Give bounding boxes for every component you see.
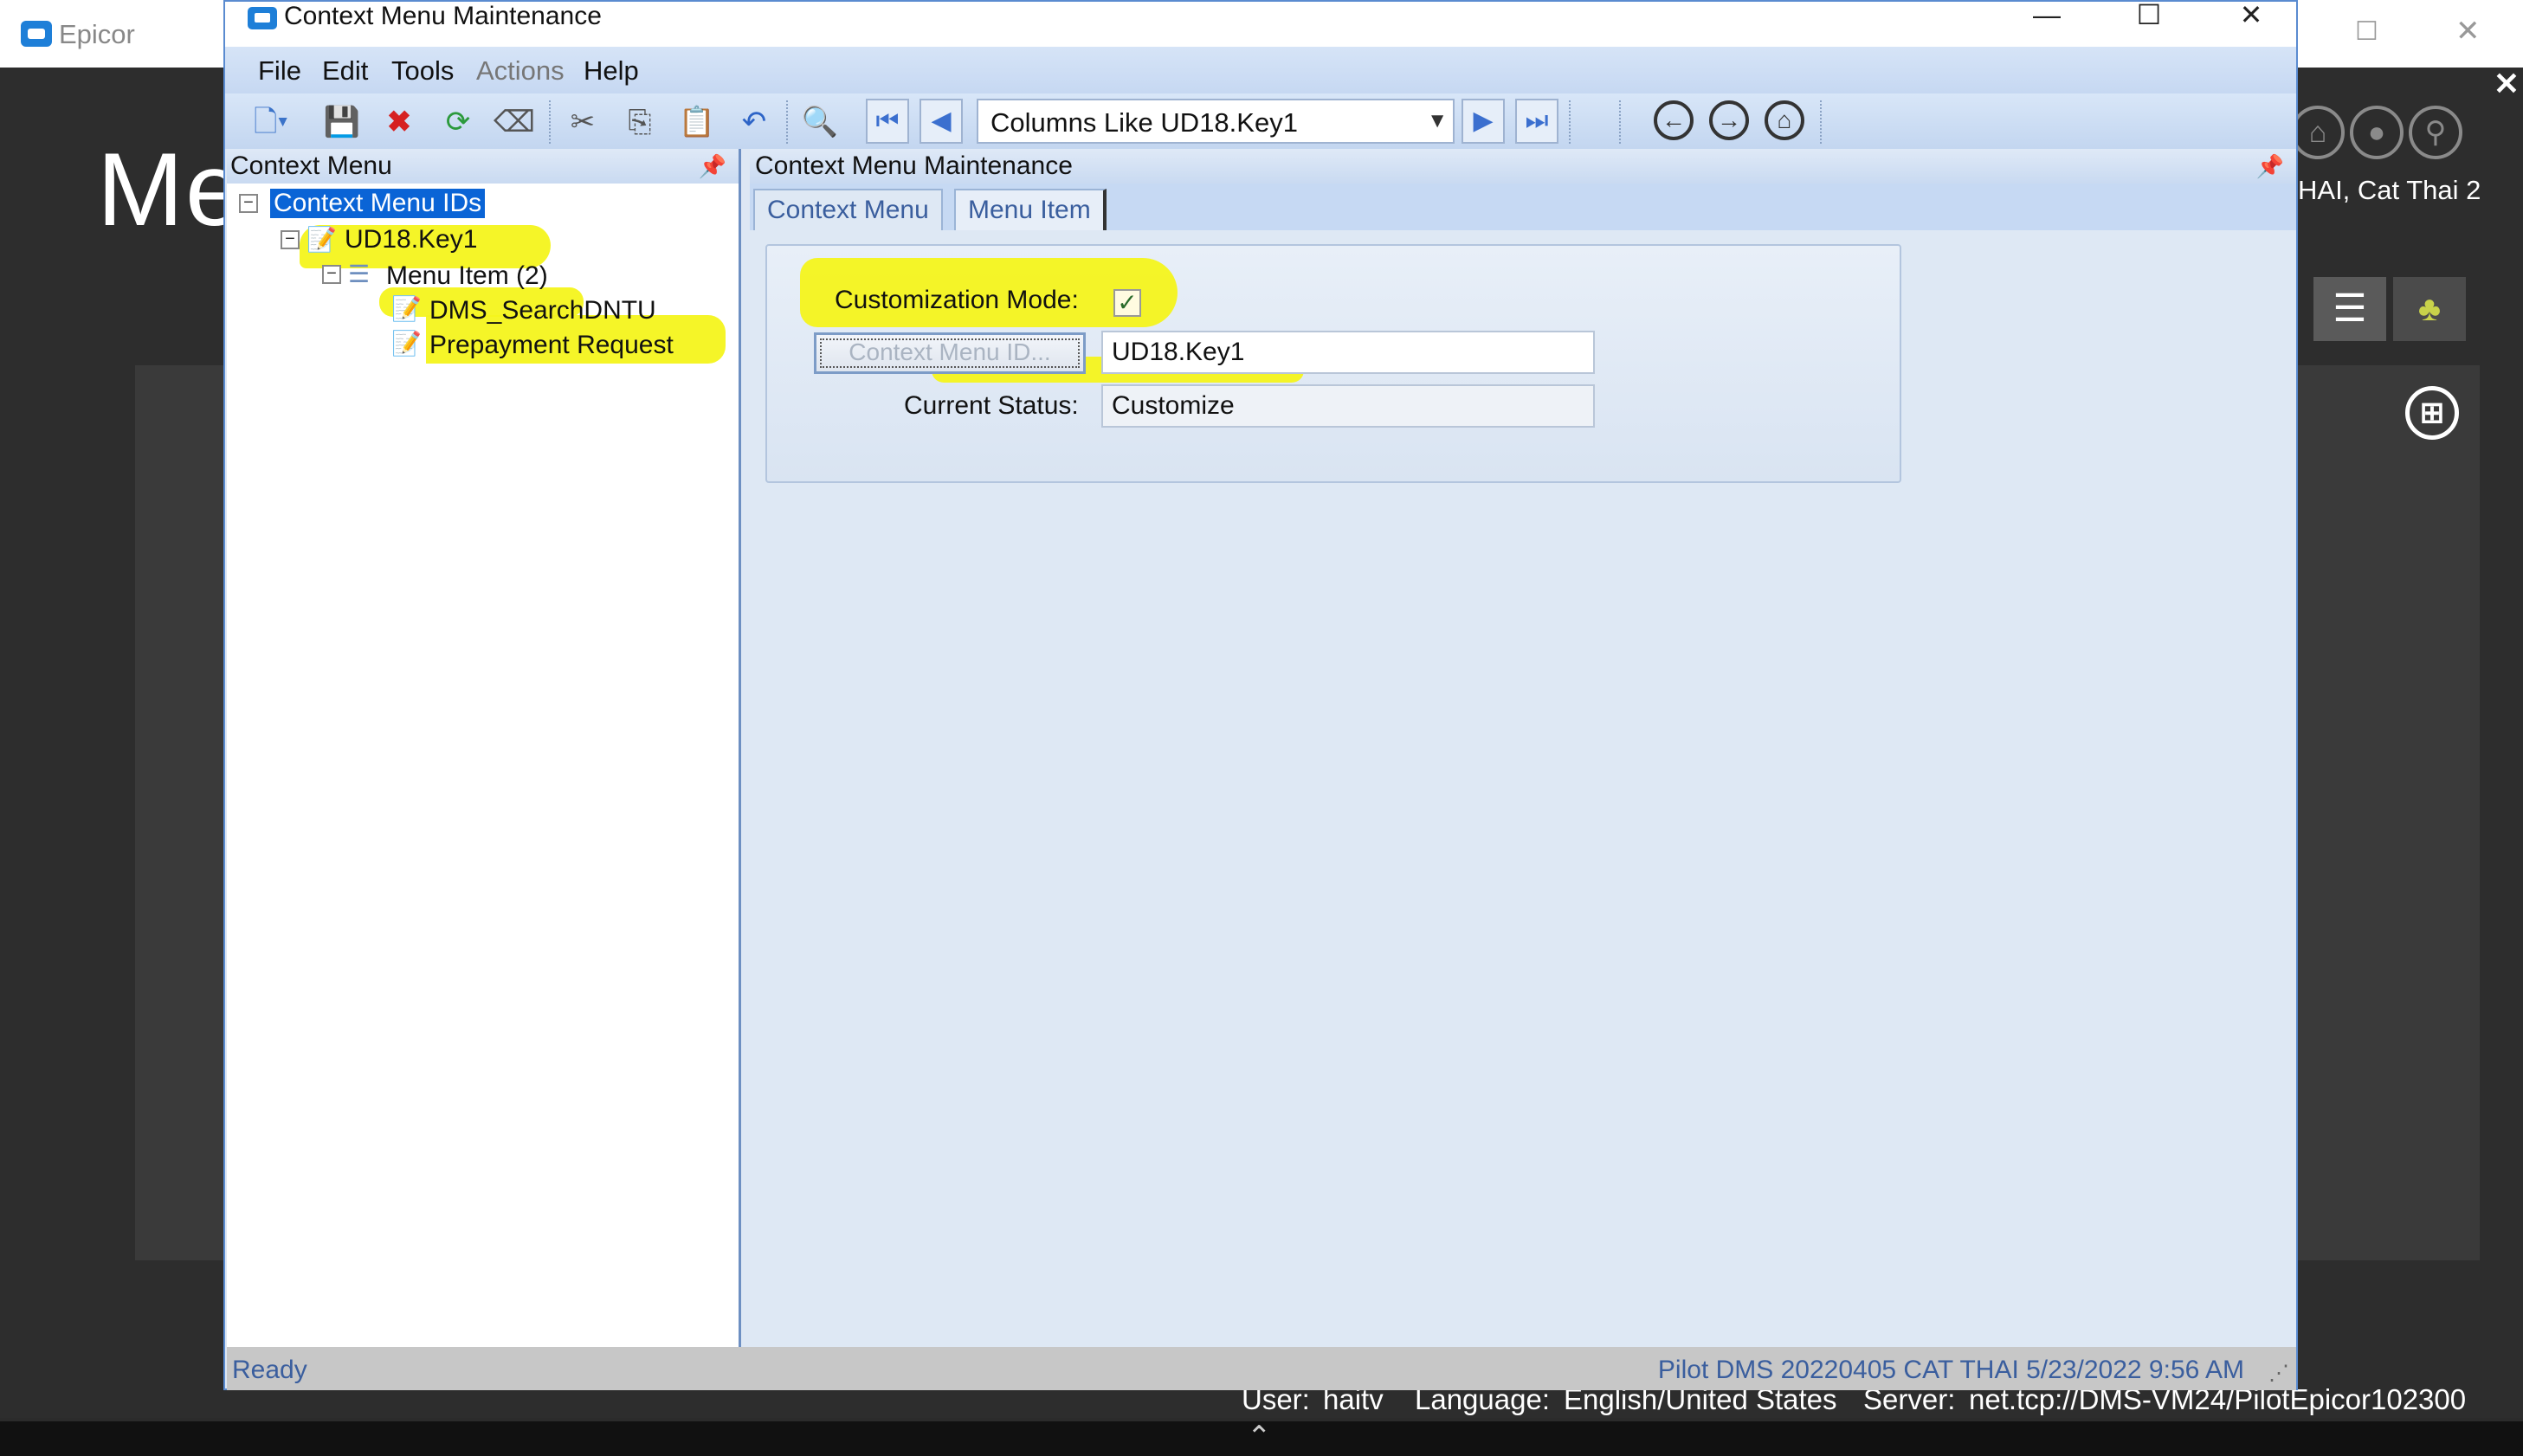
epicor-close-icon[interactable]: ✕: [2455, 16, 2487, 47]
toolbar-separator: [1619, 100, 1623, 144]
customization-mode-label: Customization Mode:: [835, 286, 1079, 314]
current-status-label: Current Status:: [904, 391, 1079, 420]
context-menu-form: Customization Mode: ✓ Context Menu ID...…: [765, 244, 1901, 483]
toolbar-separator: [1820, 100, 1823, 144]
tab-menu-item[interactable]: Menu Item: [954, 189, 1107, 230]
refresh-icon[interactable]: ⟳: [438, 102, 478, 142]
context-menu-tree-pane: Context Menu 📌 − Context Menu IDs − 📝 UD…: [227, 149, 741, 1347]
clear-icon[interactable]: ⌫: [494, 102, 535, 142]
toolbar-separator: [1569, 100, 1572, 144]
chevron-down-icon[interactable]: ▼: [1427, 109, 1448, 133]
resize-grip-icon[interactable]: ⋰: [2268, 1361, 2289, 1386]
search-icon[interactable]: 🔍: [800, 102, 840, 142]
tree-collapse-root[interactable]: −: [239, 194, 258, 213]
tree-node-root[interactable]: Context Menu IDs: [270, 189, 486, 218]
chat-icon[interactable]: ●: [2350, 106, 2404, 159]
chevron-up-icon[interactable]: ⌃: [1247, 1420, 1272, 1454]
tab-context-menu[interactable]: Context Menu: [753, 189, 943, 230]
epicor-panel-left: [135, 365, 227, 1260]
menu-actions[interactable]: Actions: [476, 55, 565, 87]
window-title: Context Menu Maintenance: [284, 2, 602, 30]
record-filter-text: Columns Like UD18.Key1: [990, 107, 1298, 138]
current-status-field: Customize: [1101, 384, 1595, 428]
back-icon[interactable]: ←: [1654, 100, 1694, 140]
right-pane-header: Context Menu Maintenance 📌: [750, 149, 2296, 184]
status-session-info: Pilot DMS 20220405 CAT THAI 5/23/2022 9:…: [1657, 1356, 2244, 1384]
left-pane-title: Context Menu: [230, 151, 392, 180]
window-statusbar: Ready Pilot DMS 20220405 CAT THAI 5/23/2…: [227, 1347, 2296, 1390]
context-menu-detail-pane: Context Menu Maintenance 📌 Context Menu …: [750, 149, 2296, 1347]
last-record-icon[interactable]: ⏭: [1515, 99, 1558, 144]
tab-strip: Context Menu Menu Item: [750, 184, 2296, 230]
tree-collapse-group[interactable]: −: [322, 265, 341, 284]
customization-mode-checkbox[interactable]: ✓: [1113, 289, 1141, 317]
tree-node-ud18[interactable]: UD18.Key1: [345, 225, 477, 254]
home-icon[interactable]: ⌂: [1765, 100, 1804, 140]
next-record-icon[interactable]: ▶: [1462, 99, 1505, 144]
context-menu-maintenance-window: Context Menu Maintenance — ☐ ✕ File Edit…: [223, 0, 2298, 1390]
user-display-name: HAI, Cat Thai 2: [2298, 175, 2481, 205]
paste-icon[interactable]: 📋: [677, 102, 717, 142]
menu-file[interactable]: File: [258, 55, 301, 87]
menu-edit[interactable]: Edit: [322, 55, 368, 87]
search-icon[interactable]: ⚲: [2409, 106, 2462, 159]
tree-view-icon[interactable]: ♣: [2393, 277, 2466, 341]
menu-list-icon: ☰: [348, 261, 371, 287]
window-titlebar: Context Menu Maintenance — ☐ ✕: [225, 1, 2296, 47]
first-record-icon[interactable]: ⏮: [866, 99, 909, 144]
edit-note-icon: 📝: [391, 330, 422, 357]
context-menu-id-field[interactable]: UD18.Key1: [1101, 331, 1595, 374]
previous-record-icon[interactable]: ◀: [920, 99, 963, 144]
toolbar-separator: [549, 100, 552, 144]
right-pane-title: Context Menu Maintenance: [755, 151, 1073, 180]
toolbar: 🗋▾ 💾 ✖ ⟳ ⌫ ✂ ⎘ 📋 ↶ 🔍 ⏮ ◀ Columns Like UD…: [225, 93, 2296, 149]
save-icon[interactable]: 💾: [322, 102, 362, 142]
record-filter-dropdown[interactable]: Columns Like UD18.Key1 ▼: [977, 99, 1455, 144]
app-icon: [248, 7, 277, 29]
status-ready: Ready: [232, 1356, 307, 1384]
delete-icon[interactable]: ✖: [379, 102, 419, 142]
list-view-icon[interactable]: ☰: [2313, 277, 2386, 341]
minimize-button[interactable]: —: [2021, 1, 2073, 31]
tree-node-menu-items[interactable]: Menu Item (2): [386, 261, 548, 291]
close-button[interactable]: ✕: [2225, 1, 2277, 31]
home-icon[interactable]: ⌂: [2291, 106, 2345, 159]
menu-help[interactable]: Help: [584, 55, 639, 87]
menu-tools[interactable]: Tools: [391, 55, 454, 87]
epicor-logo-icon: [21, 21, 52, 47]
copy-icon[interactable]: ⎘: [620, 102, 660, 142]
menu-bar: File Edit Tools Actions Help: [225, 47, 2296, 93]
undo-icon[interactable]: ↶: [734, 102, 774, 142]
edit-note-icon: 📝: [307, 226, 337, 253]
epicor-panel-right: [2298, 365, 2480, 1260]
forward-icon[interactable]: →: [1709, 100, 1749, 140]
epicor-maximize-icon[interactable]: ☐: [2355, 19, 2381, 45]
pin-icon[interactable]: 📌: [2256, 149, 2284, 184]
tree-item-prepayment-request[interactable]: Prepayment Request: [429, 331, 674, 360]
new-icon[interactable]: 🗋▾: [251, 102, 291, 142]
edit-note-icon: 📝: [391, 295, 422, 322]
tree-item-dms-searchdntu[interactable]: DMS_SearchDNTU: [429, 296, 656, 325]
tiles-icon[interactable]: ⊞: [2405, 386, 2459, 440]
epicor-close-x-icon[interactable]: ✕: [2490, 68, 2523, 100]
pin-icon[interactable]: 📌: [699, 149, 726, 184]
tree-collapse-node[interactable]: −: [281, 230, 300, 249]
maximize-button[interactable]: ☐: [2123, 1, 2175, 31]
cut-icon[interactable]: ✂: [563, 102, 603, 142]
left-pane-header: Context Menu 📌: [227, 149, 739, 184]
epicor-title: Epicor: [59, 19, 135, 49]
toolbar-separator: [786, 100, 790, 144]
context-menu-id-button[interactable]: Context Menu ID...: [814, 332, 1086, 374]
